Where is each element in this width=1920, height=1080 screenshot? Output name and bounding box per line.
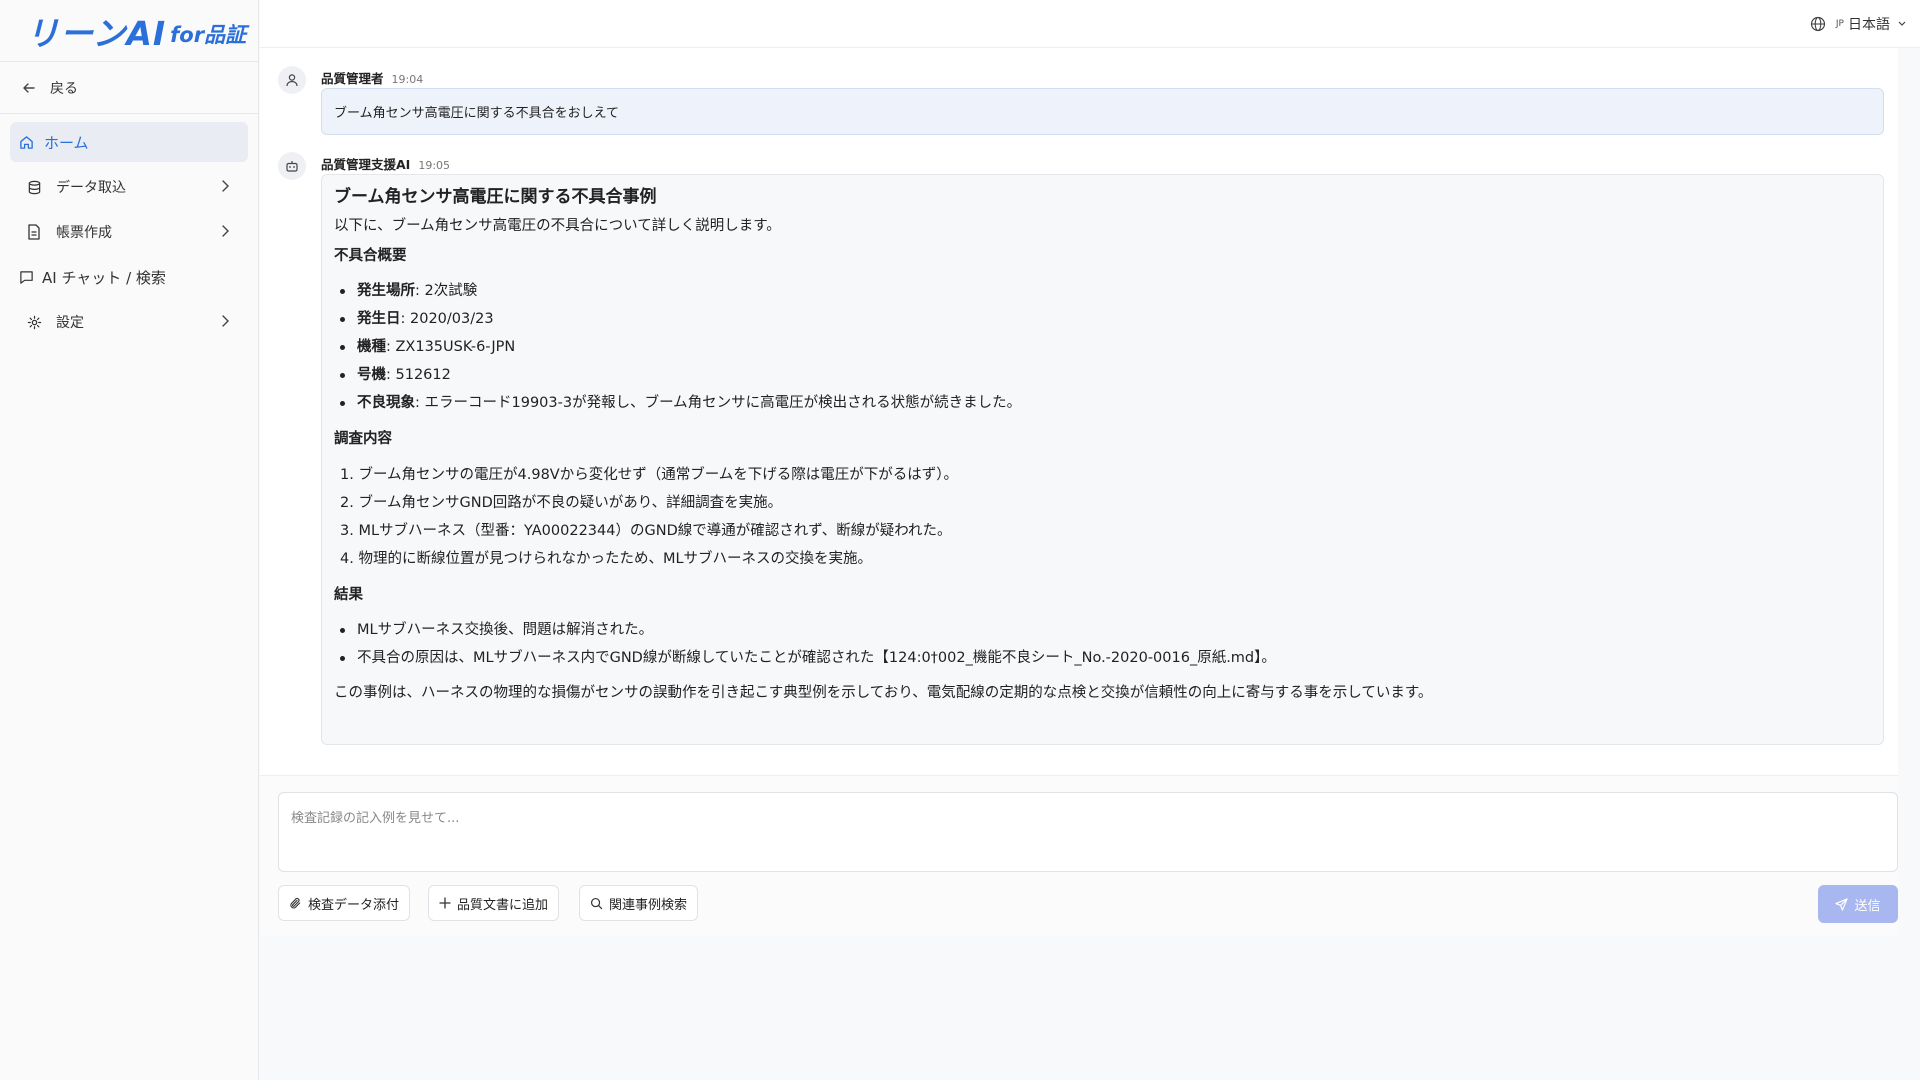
- sender-name: 品質管理支援AI: [321, 157, 411, 172]
- search-label: 関連事例検索: [609, 897, 688, 913]
- user-icon: [286, 74, 298, 87]
- sidebar-item-home[interactable]: ホーム: [10, 122, 248, 162]
- response-closing: この事例は、ハーネスの物理的な損傷がセンサの誤動作を引き起こす典型例を示しており…: [334, 685, 1433, 701]
- chevron-down-icon: [1898, 21, 1906, 26]
- logo-main-text: リーンAI: [26, 13, 167, 53]
- attach-label: 検査データ添付: [308, 897, 400, 913]
- gear-icon: [26, 314, 42, 330]
- related-case-search-button[interactable]: 関連事例検索: [579, 885, 699, 921]
- section-heading-summary: 不具合概要: [334, 247, 407, 264]
- arrow-left-icon: [23, 82, 35, 93]
- list-item-value: : 512612: [386, 367, 451, 383]
- message-meta: 品質管理支援AI 19:05: [321, 154, 450, 173]
- message-meta: 品質管理者 19:04: [321, 68, 423, 87]
- back-button[interactable]: 戻る: [0, 62, 258, 114]
- bot-icon: [286, 161, 298, 172]
- list-item-key: 号機: [357, 367, 386, 383]
- send-button[interactable]: 送信: [1818, 885, 1898, 923]
- list-item-value: : エラーコード19903-3が発報し、ブーム角センサに高電圧が検出される状態が…: [415, 395, 1022, 411]
- sidebar-item-settings[interactable]: 設定: [10, 302, 248, 342]
- list-item-key: 不良現象: [357, 395, 415, 411]
- list-item: 不良現象: エラーコード19903-3が発報し、ブーム角センサに高電圧が検出され…: [334, 389, 1871, 417]
- sidebar-item-ai-chat[interactable]: AI チャット / 検索: [10, 257, 248, 297]
- message-time: 19:04: [391, 73, 424, 86]
- list-item-key: 発生場所: [357, 283, 415, 299]
- list-item: 1. ブーム角センサの電圧が4.98Vから変化せず（通常ブームを下げる際は電圧が…: [340, 466, 959, 483]
- message-input[interactable]: 検査記録の記入例を見せて...: [278, 792, 1898, 872]
- list-item-value: : 2020/03/23: [400, 311, 494, 327]
- investigation-list: 1. ブーム角センサの電圧が4.98Vから変化せず（通常ブームを下げる際は電圧が…: [334, 461, 1871, 573]
- search-icon: [590, 897, 603, 909]
- attach-inspection-data-button[interactable]: 検査データ添付: [278, 885, 411, 921]
- add-doc-label: 品質文書に追加: [457, 897, 549, 913]
- app-logo[interactable]: リーンAI for品証: [0, 0, 258, 62]
- message-time: 19:05: [418, 159, 451, 172]
- chat-thread: 品質管理者 19:04 ブーム角センサ高電圧に関する不具合をおしえて 品質管理支援…: [260, 48, 1898, 776]
- document-icon: [26, 224, 42, 240]
- plus-icon: [439, 897, 451, 909]
- chevron-right-icon: [222, 225, 229, 237]
- sidebar: リーンAI for品証 戻る ホーム データ取込 帳票作成 AI チャット / …: [0, 0, 259, 1080]
- back-label: 戻る: [50, 80, 78, 97]
- user-message-bubble: ブーム角センサ高電圧に関する不具合をおしえて: [321, 88, 1884, 135]
- sidebar-item-label: 設定: [56, 315, 84, 331]
- sidebar-item-label: データ取込: [56, 180, 126, 196]
- sidebar-item-label: 帳票作成: [56, 225, 112, 241]
- top-bar: JP 日本語: [260, 0, 1920, 48]
- ai-message: 品質管理支援AI 19:05 ブーム角センサ高電圧に関する不具合事例 以下に、ブー…: [278, 152, 1884, 752]
- list-item: 発生日: 2020/03/23: [334, 305, 1871, 333]
- result-list: MLサブハーネス交換後、問題は解消された。 不具合の原因は、MLサブハーネス内で…: [334, 616, 1871, 672]
- chevron-right-icon: [222, 315, 229, 327]
- section-heading-investigation: 調査内容: [334, 431, 392, 447]
- logo-sub-text: for品証: [170, 22, 247, 47]
- sidebar-item-label: AI チャット / 検索: [42, 268, 166, 287]
- sender-name: 品質管理者: [321, 71, 384, 86]
- send-label: 送信: [1854, 898, 1881, 914]
- list-item: 号機: 512612: [334, 361, 1871, 389]
- language-label: 日本語: [1848, 17, 1890, 33]
- list-item: 不具合の原因は、MLサブハーネス内でGND線が断線していたことが確認された【12…: [334, 644, 1871, 672]
- sidebar-item-data-import[interactable]: データ取込: [10, 167, 248, 207]
- list-item: 4. 物理的に断線位置が見つけられなかったため、MLサブハーネスの交換を実施。: [340, 550, 873, 567]
- list-item: 機種: ZX135USK-6-JPN: [334, 333, 1871, 361]
- globe-icon: [1810, 16, 1826, 32]
- response-title: ブーム角センサ高電圧に関する不具合事例: [334, 187, 657, 207]
- paperclip-icon: [290, 897, 301, 908]
- response-intro: 以下に、ブーム角センサ高電圧の不具合について詳しく説明します。: [334, 218, 781, 234]
- section-heading-result: 結果: [334, 586, 363, 603]
- ai-avatar: [278, 152, 306, 180]
- list-item: 2. ブーム角センサGND回路が不良の疑いがあり、詳細調査を実施。: [340, 494, 783, 511]
- summary-list: 発生場所: 2次試験 発生日: 2020/03/23 機種: ZX135USK-…: [334, 277, 1871, 417]
- list-item-value: : ZX135USK-6-JPN: [386, 339, 516, 355]
- list-item-value: : 2次試験: [415, 283, 478, 299]
- sidebar-item-label: ホーム: [44, 133, 89, 152]
- list-item: 発生場所: 2次試験: [334, 277, 1871, 305]
- list-item: MLサブハーネス交換後、問題は解消された。: [334, 616, 1871, 644]
- list-item: 3. MLサブハーネス（型番：YA00022344）のGND線で導通が確認されず…: [340, 522, 952, 539]
- list-item-key: 発生日: [357, 311, 401, 327]
- language-selector[interactable]: JP 日本語: [1810, 14, 1906, 34]
- message-composer: 検査記録の記入例を見せて... 検査データ添付 品質文書に追加 関連事例検索 送…: [260, 776, 1898, 936]
- home-icon: [18, 134, 34, 150]
- user-avatar: [278, 66, 306, 94]
- database-icon: [26, 179, 42, 195]
- add-to-quality-doc-button[interactable]: 品質文書に追加: [428, 885, 560, 921]
- list-item-key: 機種: [357, 339, 386, 355]
- chevron-right-icon: [222, 180, 229, 192]
- ai-message-bubble: ブーム角センサ高電圧に関する不具合事例 以下に、ブーム角センサ高電圧の不具合につ…: [321, 174, 1884, 745]
- chat-icon: [18, 269, 34, 285]
- send-icon: [1835, 897, 1849, 911]
- sidebar-item-report-create[interactable]: 帳票作成: [10, 212, 248, 252]
- language-code: JP: [1835, 19, 1844, 29]
- user-message: 品質管理者 19:04 ブーム角センサ高電圧に関する不具合をおしえて: [278, 66, 1884, 136]
- sidebar-nav: ホーム データ取込 帳票作成 AI チャット / 検索 設定: [0, 114, 258, 355]
